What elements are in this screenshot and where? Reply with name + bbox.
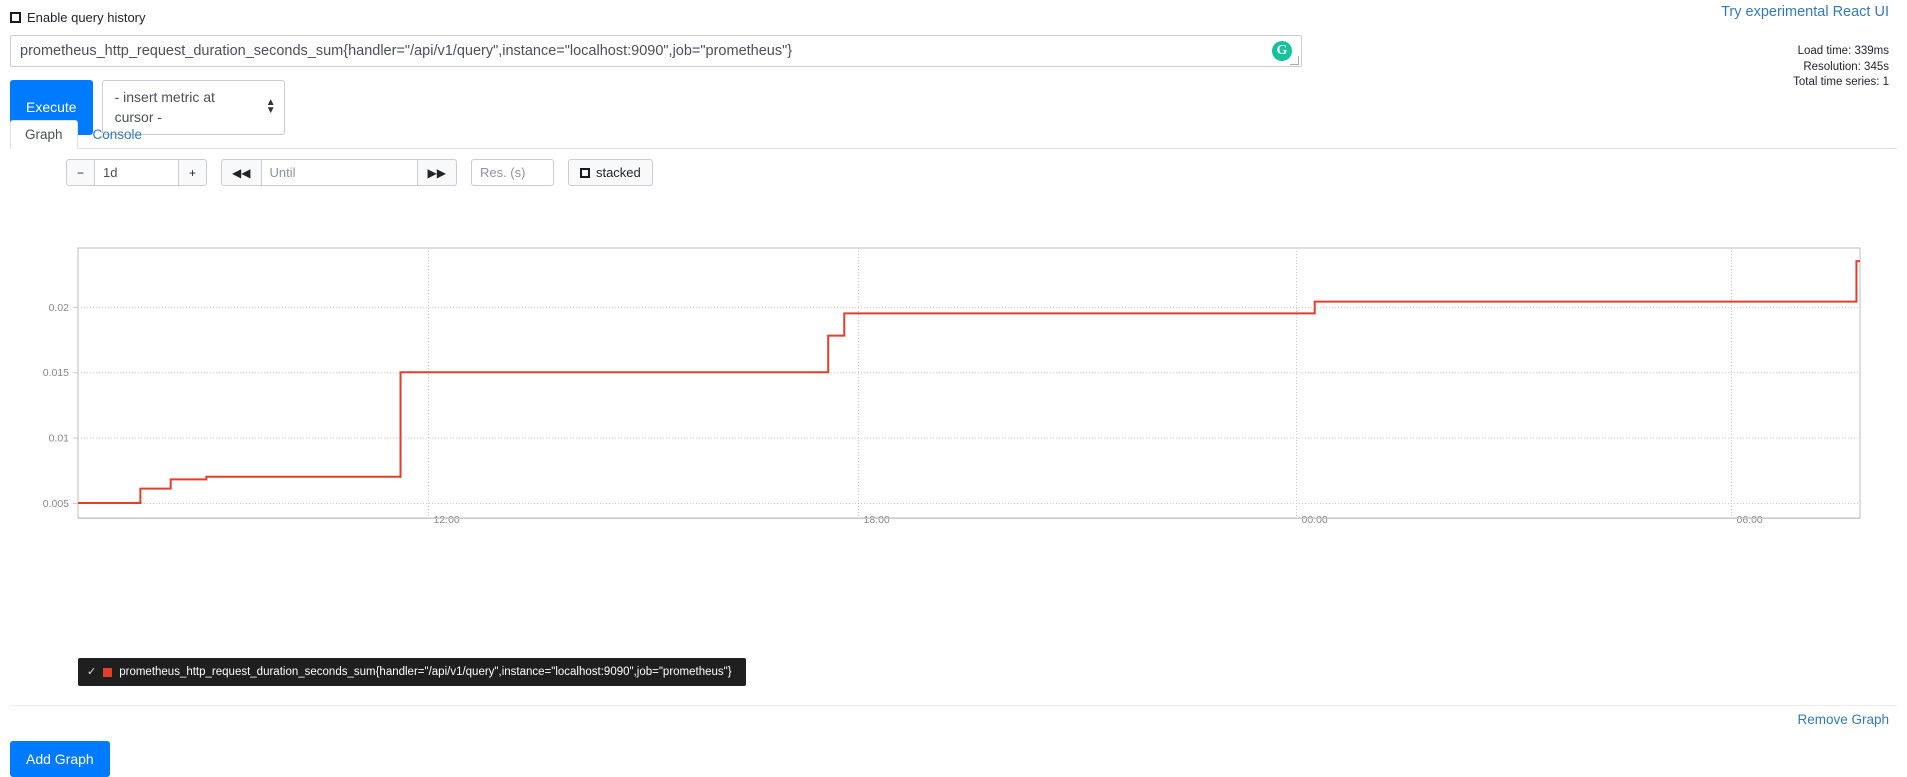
legend-color-swatch (103, 667, 113, 677)
range-control-group: − + (66, 159, 208, 186)
y-tick-label: 0.015 (43, 367, 69, 379)
range-decrease-button[interactable]: − (66, 159, 96, 186)
expression-input[interactable] (10, 35, 1302, 67)
range-input[interactable] (95, 159, 179, 186)
resolution-stat: Resolution: 345s (1803, 60, 1889, 73)
range-increase-button[interactable]: + (178, 159, 208, 186)
y-tick-label: 0.005 (43, 498, 69, 510)
step-backward-icon[interactable]: ◀◀ (221, 159, 262, 186)
tab-graph[interactable]: Graph (10, 120, 78, 149)
until-input[interactable] (261, 159, 417, 186)
graph-console-tabs: Graph Console (10, 120, 1897, 149)
enable-query-history-checkbox[interactable] (10, 12, 21, 23)
try-react-ui-link[interactable]: Try experimental React UI (1721, 4, 1889, 20)
resolution-input[interactable] (470, 159, 554, 186)
legend-check-icon: ✓ (87, 666, 97, 678)
x-tick-label: 18:00 (864, 514, 890, 526)
x-tick-label: 00:00 (1302, 514, 1328, 526)
graph-controls-toolbar: − + ◀◀ ▶▶ stacked (66, 159, 653, 186)
x-tick-label: 06:00 (1737, 514, 1763, 526)
stacked-checkbox-icon (579, 167, 590, 178)
footer-divider (10, 705, 1897, 706)
enable-query-history-label: Enable query history (27, 10, 146, 25)
query-history-row[interactable]: Enable query history (10, 11, 146, 24)
total-time-series-stat: Total time series: 1 (1793, 76, 1889, 88)
query-stats-panel: Load time: 339ms Resolution: 345s Total … (1793, 44, 1889, 91)
y-tick-label: 0.01 (49, 433, 70, 445)
y-tick-label: 0.02 (49, 302, 70, 314)
stacked-toggle-button[interactable]: stacked (567, 159, 653, 186)
chart-legend[interactable]: ✓ prometheus_http_request_duration_secon… (78, 658, 746, 686)
remove-graph-link[interactable]: Remove Graph (1797, 712, 1889, 727)
stacked-label: stacked (595, 165, 641, 180)
graph-chart-area[interactable]: 0.005 0.01 0.015 0.02 12:00 18:00 00:00 06:00 (0, 240, 1907, 650)
load-time-stat: Load time: 339ms (1797, 45, 1889, 57)
step-forward-icon[interactable]: ▶▶ (416, 159, 457, 186)
timeseries-chart[interactable]: 0.005 0.01 0.015 0.02 12:00 18:00 00:00 06:00 (0, 240, 1907, 650)
x-tick-label: 12:00 (434, 514, 460, 526)
add-graph-button[interactable]: Add Graph (10, 741, 110, 777)
tab-console[interactable]: Console (78, 120, 158, 149)
legend-series-label: prometheus_http_request_duration_seconds… (119, 666, 732, 678)
series-line (78, 260, 1860, 504)
time-navigation-group: ◀◀ ▶▶ (221, 159, 457, 186)
expression-input-wrapper[interactable]: G (10, 35, 1302, 67)
